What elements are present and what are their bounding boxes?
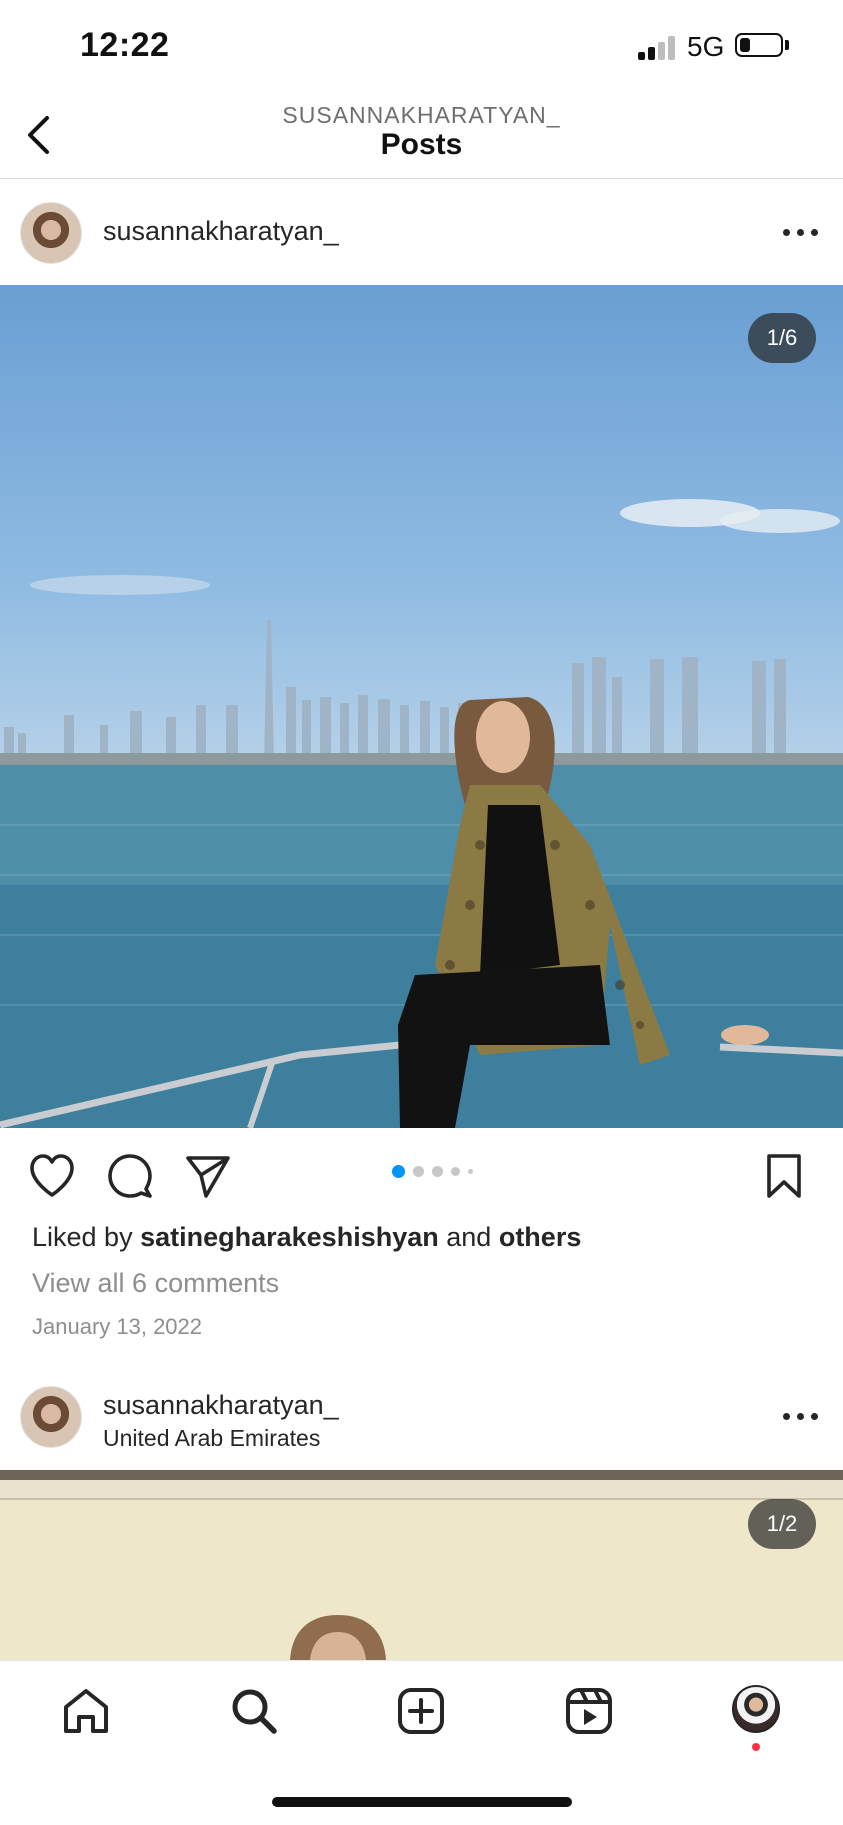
liked-by-and: and	[446, 1222, 492, 1252]
carousel-dot	[413, 1166, 424, 1177]
home-indicator[interactable]	[272, 1797, 572, 1807]
view-comments-link[interactable]: View all 6 comments	[32, 1268, 279, 1299]
nav-profile[interactable]	[732, 1685, 784, 1737]
network-type: 5G	[687, 31, 725, 62]
page-title: Posts	[380, 128, 463, 161]
post-photo[interactable]	[0, 1470, 843, 1660]
header-divider	[0, 178, 843, 179]
battery-icon	[735, 33, 783, 57]
comment-button[interactable]	[106, 1153, 154, 1199]
post-location[interactable]: United Arab Emirates	[103, 1425, 320, 1452]
profile-avatar	[732, 1685, 780, 1733]
post-avatar[interactable]	[20, 1386, 82, 1448]
post-photo[interactable]	[0, 285, 843, 1128]
battery-tip	[785, 40, 789, 50]
share-button[interactable]	[184, 1153, 232, 1199]
photo-counter: 1/6	[748, 313, 816, 363]
liked-by-text: Liked by satinegharakeshishyan and other…	[32, 1222, 581, 1253]
bookmark-icon	[767, 1154, 801, 1198]
nav-create[interactable]	[395, 1685, 447, 1737]
nav-reels[interactable]	[563, 1685, 615, 1737]
post-username[interactable]: susannakharatyan_	[103, 216, 339, 247]
photo-scene	[290, 1615, 386, 1660]
carousel-dot	[432, 1166, 443, 1177]
photo-scene	[0, 499, 843, 1128]
header-username: SUSANNAKHARATYAN_	[282, 102, 561, 128]
paper-plane-icon	[186, 1156, 230, 1198]
heart-icon	[30, 1154, 74, 1197]
nav-home[interactable]	[60, 1685, 112, 1737]
comment-icon	[108, 1154, 152, 1198]
notification-dot	[752, 1743, 760, 1751]
liked-by-user[interactable]: satinegharakeshishyan	[140, 1222, 439, 1252]
post-avatar[interactable]	[20, 202, 82, 264]
nav-search[interactable]	[228, 1685, 280, 1737]
liked-by-others[interactable]: others	[499, 1222, 582, 1252]
liked-by-prefix: Liked by	[32, 1222, 133, 1252]
post-username[interactable]: susannakharatyan_	[103, 1390, 339, 1421]
more-options-icon[interactable]	[783, 1413, 819, 1423]
new-post-icon	[398, 1688, 444, 1734]
status-time: 12:22	[80, 26, 170, 64]
like-button[interactable]	[28, 1153, 76, 1199]
carousel-dot	[468, 1169, 473, 1174]
carousel-dots	[392, 1165, 492, 1179]
carousel-dot	[392, 1165, 405, 1178]
reels-icon	[566, 1688, 612, 1734]
post-date: January 13, 2022	[32, 1314, 203, 1339]
photo-counter: 1/2	[748, 1499, 816, 1549]
save-button[interactable]	[764, 1153, 804, 1199]
more-options-icon[interactable]	[783, 229, 819, 239]
carousel-dot	[451, 1167, 460, 1176]
signal-icon	[638, 36, 678, 60]
search-icon	[232, 1689, 277, 1734]
home-icon	[64, 1689, 108, 1733]
